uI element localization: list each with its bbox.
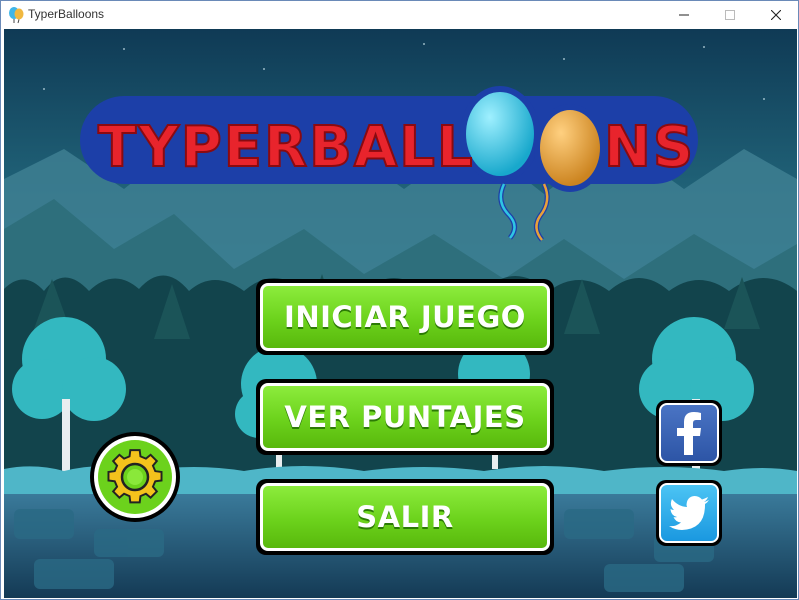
logo-text-right: NS bbox=[604, 115, 695, 180]
exit-button[interactable]: SALIR bbox=[256, 479, 554, 555]
facebook-icon bbox=[677, 412, 701, 455]
logo-text-left: TYPERBALL bbox=[98, 115, 475, 180]
minimize-button[interactable] bbox=[661, 1, 707, 29]
close-button[interactable] bbox=[753, 1, 798, 29]
twitter-icon bbox=[669, 496, 709, 530]
title-bar: TyperBalloons bbox=[1, 1, 798, 29]
view-scores-label: VER PUNTAJES bbox=[284, 400, 526, 434]
start-game-label: INICIAR JUEGO bbox=[284, 300, 526, 334]
typerballoons-logo: TYPERBALL NS bbox=[80, 86, 698, 242]
settings-button[interactable] bbox=[88, 430, 182, 524]
exit-label: SALIR bbox=[356, 500, 454, 534]
gear-icon bbox=[90, 432, 180, 522]
minimize-icon bbox=[679, 14, 689, 16]
view-scores-button[interactable]: VER PUNTAJES bbox=[256, 379, 554, 455]
maximize-button[interactable] bbox=[707, 1, 753, 29]
window-title: TyperBalloons bbox=[28, 7, 105, 21]
start-game-button[interactable]: INICIAR JUEGO bbox=[256, 279, 554, 355]
app-balloon-icon bbox=[9, 7, 24, 24]
maximize-icon bbox=[725, 10, 735, 20]
close-icon bbox=[771, 10, 781, 20]
game-window: TyperBalloons TYPERBALL NS INICIAR JUEGO… bbox=[0, 0, 799, 600]
game-scene: TYPERBALL NS INICIAR JUEGO VER PUNTAJES … bbox=[4, 29, 797, 598]
facebook-button[interactable] bbox=[656, 400, 722, 466]
twitter-button[interactable] bbox=[656, 480, 722, 546]
